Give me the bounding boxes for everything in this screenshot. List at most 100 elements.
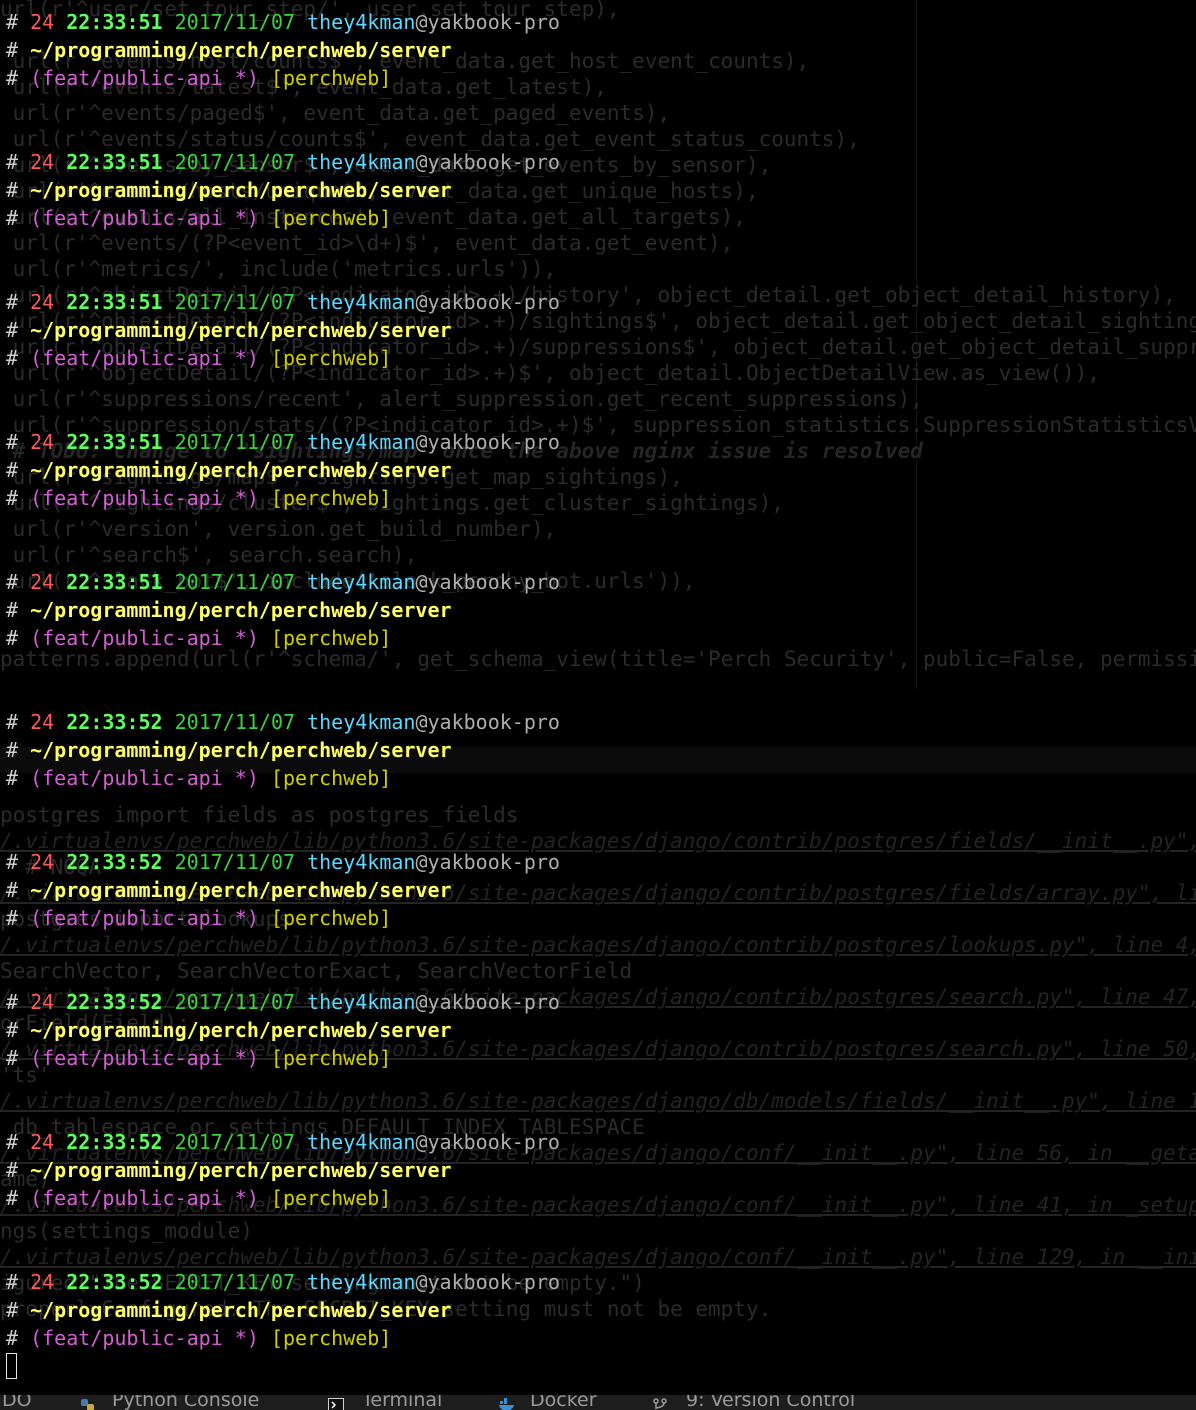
git-branch: (feat/public-api *) xyxy=(30,346,259,370)
prompt-user: they4kman xyxy=(307,430,416,454)
prompt-hash: # xyxy=(6,1158,19,1182)
prompt-git-line: # (feat/public-api *) [perchweb] xyxy=(6,484,560,512)
prompt-git-line: # (feat/public-api *) [perchweb] xyxy=(6,1184,560,1212)
prompt-user: they4kman xyxy=(307,570,416,594)
prompt-at: @ xyxy=(415,850,428,874)
prompt-user: they4kman xyxy=(307,710,416,734)
exit-code: 24 xyxy=(30,1130,55,1154)
terminal-output[interactable]: # 24 22:33:51 2017/11/07 they4kman@yakbo… xyxy=(0,0,1196,1395)
shell-prompt: # 24 22:33:51 2017/11/07 they4kman@yakbo… xyxy=(6,8,560,92)
git-branch: (feat/public-api *) xyxy=(30,1186,259,1210)
prompt-status-line: # 24 22:33:52 2017/11/07 they4kman@yakbo… xyxy=(6,988,560,1016)
prompt-date: 2017/11/07 xyxy=(174,430,296,454)
prompt-hash: # xyxy=(6,458,19,482)
prompt-hash: # xyxy=(6,1270,19,1294)
prompt-at: @ xyxy=(415,430,428,454)
virtualenv-name: [perchweb] xyxy=(270,346,392,370)
exit-code: 24 xyxy=(30,10,55,34)
prompt-hash: # xyxy=(6,1046,19,1070)
shell-prompt: # 24 22:33:51 2017/11/07 they4kman@yakbo… xyxy=(6,148,560,232)
prompt-date: 2017/11/07 xyxy=(174,150,296,174)
prompt-user: they4kman xyxy=(307,10,416,34)
prompt-git-line: # (feat/public-api *) [perchweb] xyxy=(6,204,560,232)
prompt-time: 22:33:52 xyxy=(66,1130,163,1154)
prompt-time: 22:33:52 xyxy=(66,710,163,734)
version-control-icon xyxy=(652,1397,668,1410)
prompt-hash: # xyxy=(6,318,19,342)
prompt-hash: # xyxy=(6,290,19,314)
exit-code: 24 xyxy=(30,430,55,454)
shell-prompt: # 24 22:33:52 2017/11/07 they4kman@yakbo… xyxy=(6,1128,560,1212)
prompt-hash: # xyxy=(6,486,19,510)
virtualenv-name: [perchweb] xyxy=(270,486,392,510)
prompt-date: 2017/11/07 xyxy=(174,990,296,1014)
prompt-git-line: # (feat/public-api *) [perchweb] xyxy=(6,64,560,92)
prompt-path-line: # ~/programming/perch/perchweb/server xyxy=(6,736,560,764)
shell-prompt: # 24 22:33:52 2017/11/07 they4kman@yakbo… xyxy=(6,1268,560,1352)
virtualenv-name: [perchweb] xyxy=(270,766,392,790)
prompt-date: 2017/11/07 xyxy=(174,850,296,874)
prompt-at: @ xyxy=(415,990,428,1014)
prompt-hash: # xyxy=(6,598,19,622)
prompt-user: they4kman xyxy=(307,1130,416,1154)
prompt-status-line: # 24 22:33:51 2017/11/07 they4kman@yakbo… xyxy=(6,288,560,316)
exit-code: 24 xyxy=(30,150,55,174)
prompt-hash: # xyxy=(6,38,19,62)
shell-prompt: # 24 22:33:51 2017/11/07 they4kman@yakbo… xyxy=(6,428,560,512)
prompt-hash: # xyxy=(6,10,19,34)
prompt-path: ~/programming/perch/perchweb/server xyxy=(30,738,452,762)
prompt-hash: # xyxy=(6,626,19,650)
docker-tab[interactable]: Docker xyxy=(530,1395,597,1410)
prompt-at: @ xyxy=(415,290,428,314)
prompt-status-line: # 24 22:33:52 2017/11/07 they4kman@yakbo… xyxy=(6,708,560,736)
prompt-path-line: # ~/programming/perch/perchweb/server xyxy=(6,1016,560,1044)
git-branch: (feat/public-api *) xyxy=(30,486,259,510)
prompt-status-line: # 24 22:33:52 2017/11/07 they4kman@yakbo… xyxy=(6,1128,560,1156)
virtualenv-name: [perchweb] xyxy=(270,1046,392,1070)
prompt-hash: # xyxy=(6,430,19,454)
shell-prompt: # 24 22:33:52 2017/11/07 they4kman@yakbo… xyxy=(6,848,560,932)
git-branch: (feat/public-api *) xyxy=(30,66,259,90)
prompt-at: @ xyxy=(415,710,428,734)
virtualenv-name: [perchweb] xyxy=(270,906,392,930)
prompt-status-line: # 24 22:33:51 2017/11/07 they4kman@yakbo… xyxy=(6,148,560,176)
prompt-host: yakbook-pro xyxy=(427,1270,560,1294)
prompt-path: ~/programming/perch/perchweb/server xyxy=(30,458,452,482)
prompt-path: ~/programming/perch/perchweb/server xyxy=(30,318,452,342)
prompt-host: yakbook-pro xyxy=(427,990,560,1014)
prompt-host: yakbook-pro xyxy=(427,570,560,594)
prompt-path-line: # ~/programming/perch/perchweb/server xyxy=(6,456,560,484)
prompt-hash: # xyxy=(6,346,19,370)
exit-code: 24 xyxy=(30,570,55,594)
docker-icon xyxy=(498,1397,514,1410)
version-control-tab[interactable]: 9: Version Control xyxy=(686,1395,855,1410)
prompt-date: 2017/11/07 xyxy=(174,710,296,734)
prompt-hash: # xyxy=(6,850,19,874)
prompt-host: yakbook-pro xyxy=(427,1130,560,1154)
prompt-path-line: # ~/programming/perch/perchweb/server xyxy=(6,596,560,624)
prompt-time: 22:33:51 xyxy=(66,150,163,174)
virtualenv-name: [perchweb] xyxy=(270,1326,392,1350)
prompt-time: 22:33:52 xyxy=(66,1270,163,1294)
python-console-tab[interactable]: Python Console xyxy=(112,1395,259,1410)
prompt-path: ~/programming/perch/perchweb/server xyxy=(30,38,452,62)
git-branch: (feat/public-api *) xyxy=(30,766,259,790)
prompt-at: @ xyxy=(415,1130,428,1154)
prompt-time: 22:33:51 xyxy=(66,10,163,34)
prompt-path: ~/programming/perch/perchweb/server xyxy=(30,178,452,202)
git-branch: (feat/public-api *) xyxy=(30,906,259,930)
prompt-path: ~/programming/perch/perchweb/server xyxy=(30,1158,452,1182)
terminal-tab[interactable]: Terminal xyxy=(362,1395,442,1410)
prompt-path-line: # ~/programming/perch/perchweb/server xyxy=(6,176,560,204)
prompt-host: yakbook-pro xyxy=(427,850,560,874)
tool-window-bar: DO Python Console Terminal Docker 9: Ver… xyxy=(0,1395,1196,1410)
exit-code: 24 xyxy=(30,710,55,734)
todo-tab[interactable]: DO xyxy=(2,1395,32,1410)
virtualenv-name: [perchweb] xyxy=(270,626,392,650)
prompt-user: they4kman xyxy=(307,850,416,874)
git-branch: (feat/public-api *) xyxy=(30,1326,259,1350)
prompt-hash: # xyxy=(6,738,19,762)
prompt-path-line: # ~/programming/perch/perchweb/server xyxy=(6,36,560,64)
virtualenv-name: [perchweb] xyxy=(270,66,392,90)
prompt-hash: # xyxy=(6,906,19,930)
